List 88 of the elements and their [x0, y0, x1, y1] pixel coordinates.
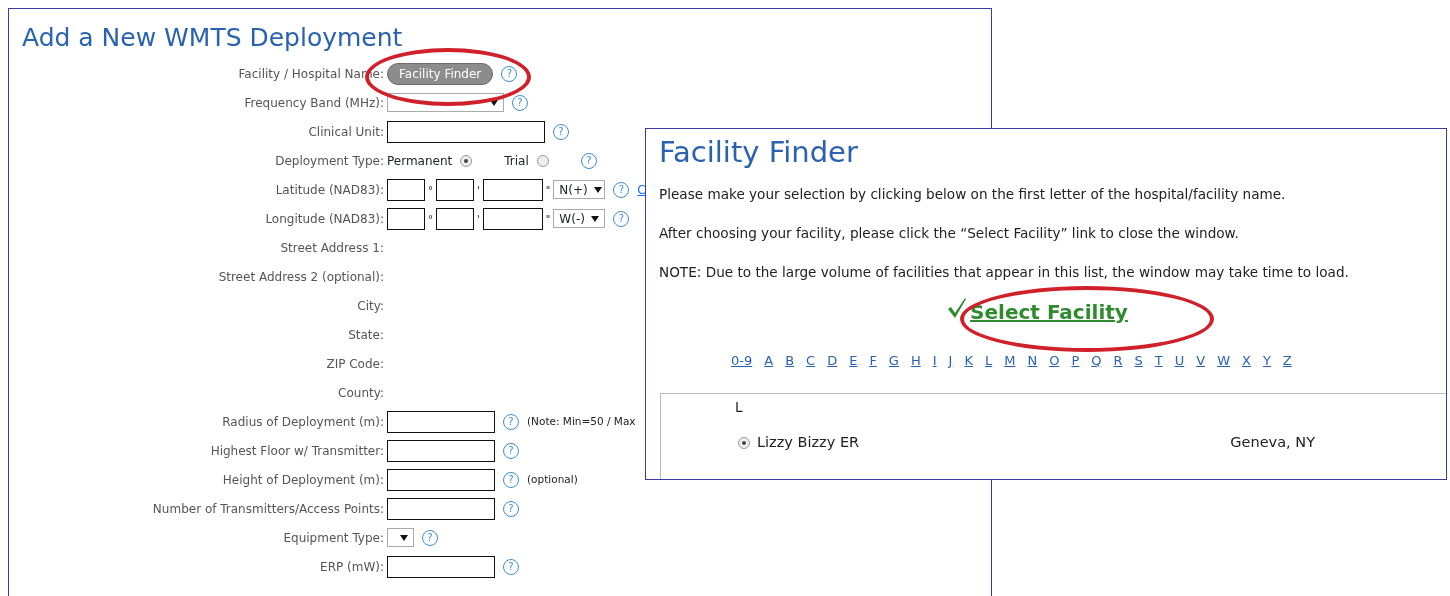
field-label: Height of Deployment (m):	[221, 471, 385, 489]
input-field[interactable]	[482, 178, 543, 201]
letter-link[interactable]: L	[984, 351, 993, 371]
letter-link[interactable]: X	[1242, 351, 1251, 371]
input-field[interactable]	[436, 178, 474, 201]
caret-icon	[400, 534, 408, 541]
letter-link[interactable]: G	[888, 351, 899, 371]
letter-link[interactable]: W	[1217, 351, 1230, 371]
input-field[interactable]	[387, 439, 495, 462]
input-field[interactable]	[387, 468, 495, 491]
letter-link[interactable]: H	[910, 351, 921, 371]
radio-button[interactable]	[738, 436, 750, 449]
field-label: Equipment Type:	[282, 529, 385, 547]
letter-link[interactable]: K	[964, 351, 973, 371]
letter-link[interactable]: B	[785, 351, 795, 371]
input-field[interactable]	[436, 207, 474, 230]
instruction-text: Please make your selection by clicking below on the first letter of the hospital/facility name.	[659, 185, 1287, 204]
caret-icon	[490, 99, 498, 106]
form-title: Add a New WMTS Deployment	[22, 23, 404, 53]
letter-link[interactable]: T	[1154, 351, 1163, 371]
instruction-text: NOTE: Due to the large volume of facilities that appear in this list, the window may take time to load.	[659, 263, 1350, 282]
radio-label: Trial	[504, 152, 529, 170]
instruction-text: After choosing your facility, please click the “Select Facility” link to close the window.	[659, 224, 1240, 243]
unit-mark: °	[428, 212, 433, 227]
letter-link[interactable]: I	[932, 351, 937, 371]
letter-link[interactable]: R	[1113, 351, 1123, 371]
letter-link[interactable]: A	[764, 351, 774, 371]
unit-mark: '	[477, 212, 480, 227]
field-label: Street Address 1:	[279, 239, 385, 257]
field-label: ZIP Code:	[325, 355, 385, 373]
dropdown[interactable]: N(+)	[553, 180, 606, 199]
field-label: Longitude (NAD83):	[264, 210, 385, 228]
input-field[interactable]	[387, 555, 495, 578]
field-label: State:	[347, 326, 385, 344]
facility-finder-button[interactable]: Facility Finder	[387, 62, 494, 85]
letter-link[interactable]: J	[948, 351, 953, 371]
link[interactable]: C	[637, 180, 646, 199]
letter-link[interactable]: N	[1027, 351, 1038, 371]
radio-label: Permanent	[387, 152, 453, 170]
letter-link[interactable]: Y	[1262, 351, 1271, 371]
letter-link[interactable]: F	[869, 351, 877, 371]
dropdown[interactable]: W(-)	[553, 209, 606, 228]
input-field[interactable]	[387, 178, 425, 201]
letter-link[interactable]: C	[806, 351, 816, 371]
group-heading: L	[735, 397, 744, 417]
field-note: (optional)	[527, 471, 578, 487]
field-label: ERP (mW):	[319, 558, 385, 576]
letter-link[interactable]: P	[1071, 351, 1080, 371]
radio-button[interactable]	[460, 154, 473, 167]
field-label: Clinical Unit:	[307, 123, 385, 141]
checkmark-icon	[947, 297, 968, 319]
input-field[interactable]	[387, 497, 495, 520]
field-label: Number of Transmitters/Access Points:	[151, 500, 385, 518]
field-label: Deployment Type:	[274, 152, 385, 170]
window-title: Facility Finder	[659, 134, 859, 171]
letter-link[interactable]: S	[1134, 351, 1143, 371]
facility-location: Geneva, NY	[1230, 432, 1315, 452]
unit-mark: °	[428, 183, 433, 198]
field-label: Frequency Band (MHz):	[243, 94, 385, 112]
caret-icon	[591, 215, 600, 222]
letter-link[interactable]: Z	[1282, 351, 1292, 371]
dropdown[interactable]	[387, 528, 414, 547]
letter-link[interactable]: E	[849, 351, 858, 371]
field-label: Latitude (NAD83):	[274, 181, 385, 199]
letter-link[interactable]: O	[1049, 351, 1060, 371]
caret-icon	[593, 186, 602, 193]
letter-link[interactable]: D	[827, 351, 838, 371]
letter-link[interactable]: Q	[1091, 351, 1102, 371]
field-note: (Note: Min=50 / Max	[527, 413, 636, 429]
select-facility-link[interactable]: Select Facility	[970, 297, 1128, 327]
input-field[interactable]	[387, 410, 495, 433]
field-label: Street Address 2 (optional):	[217, 268, 385, 286]
unit-mark: "	[545, 212, 551, 227]
input-field[interactable]	[482, 207, 543, 230]
field-label: Highest Floor w/ Transmitter:	[209, 442, 385, 460]
letter-link[interactable]: V	[1196, 351, 1206, 371]
facility-name: Lizzy Bizzy ER	[757, 432, 860, 452]
letter-link[interactable]: M	[1004, 351, 1016, 371]
field-label: City:	[356, 297, 385, 315]
letter-link[interactable]: 0-9	[731, 351, 753, 371]
letter-link[interactable]: U	[1174, 351, 1185, 371]
unit-mark: "	[545, 183, 551, 198]
input-field[interactable]	[387, 120, 545, 143]
field-label: Radius of Deployment (m):	[221, 413, 385, 431]
radio-button[interactable]	[536, 154, 549, 167]
field-label: County:	[337, 384, 385, 402]
unit-mark: '	[477, 183, 480, 198]
input-field[interactable]	[387, 207, 425, 230]
